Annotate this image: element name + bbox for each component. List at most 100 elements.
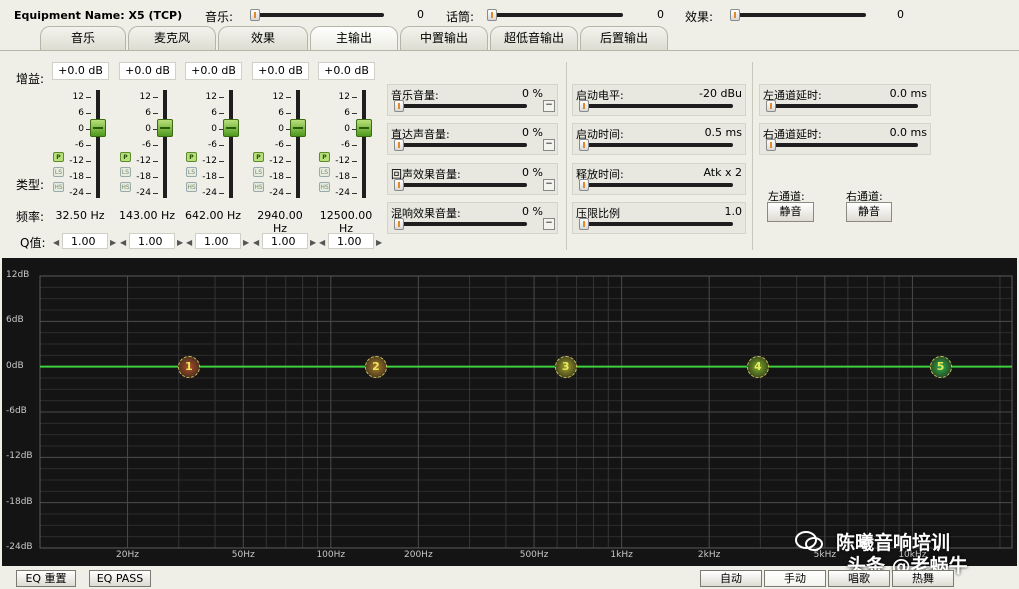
eq-graph[interactable]: 12dB 6dB 0dB -6dB -12dB -18dB -24dB 20Hz 50Hz 100… <box>2 258 1017 577</box>
level-thumb-4[interactable] <box>394 218 404 230</box>
level-minus-icon-3[interactable]: − <box>543 179 555 191</box>
band-5-type-hs-button[interactable]: HS <box>319 182 330 192</box>
limiter-thumb-1[interactable] <box>579 100 589 112</box>
band-2-type-p-button[interactable]: P <box>120 152 131 162</box>
band-2-q-increase-icon[interactable]: ▶ <box>177 238 183 247</box>
tab-subwoofer-output[interactable]: 超低音输出 <box>490 26 578 50</box>
level-slider-3[interactable] <box>396 183 527 187</box>
left-mute-button[interactable]: 静音 <box>767 202 814 222</box>
band-5-q-value[interactable]: 1.00 <box>328 233 374 249</box>
right-mute-button[interactable]: 静音 <box>846 202 892 222</box>
band-5-gain-knob[interactable] <box>356 119 372 137</box>
band-1-gain[interactable]: +0.0 dB <box>52 62 109 80</box>
band-3-frequency[interactable]: 642.00 Hz <box>183 209 243 222</box>
tab-center-output[interactable]: 中置输出 <box>400 26 488 50</box>
band-1-q-value[interactable]: 1.00 <box>62 233 108 249</box>
mic-level-slider[interactable] <box>487 13 623 17</box>
band-3-gain[interactable]: +0.0 dB <box>185 62 242 80</box>
band-5-gain-slider[interactable] <box>362 90 366 198</box>
band-4-q-value[interactable]: 1.00 <box>262 233 308 249</box>
level-minus-icon-4[interactable]: − <box>543 218 555 230</box>
eq-pass-button[interactable]: EQ PASS <box>89 570 151 587</box>
band-3-type-ls-button[interactable]: LS <box>186 167 197 177</box>
limiter-slider-2[interactable] <box>581 143 733 147</box>
band-2-gain-slider[interactable] <box>163 90 167 198</box>
band-2-gain-knob[interactable] <box>157 119 173 137</box>
eq-reset-button[interactable]: EQ 重置 <box>16 570 76 587</box>
limiter-thumb-2[interactable] <box>579 139 589 151</box>
band-5-q-decrease-icon[interactable]: ◀ <box>319 238 325 247</box>
band-5-frequency[interactable]: 12500.00 Hz <box>316 209 376 235</box>
level-minus-icon-1[interactable]: − <box>543 100 555 112</box>
limiter-slider-4[interactable] <box>581 222 733 226</box>
band-4-q-increase-icon[interactable]: ▶ <box>310 238 316 247</box>
limiter-thumb-4[interactable] <box>579 218 589 230</box>
delay-slider-2[interactable] <box>768 143 918 147</box>
band-1-gain-slider[interactable] <box>96 90 100 198</box>
band-3-gain-knob[interactable] <box>223 119 239 137</box>
limiter-slider-1[interactable] <box>581 104 733 108</box>
mode-auto-button[interactable]: 自动 <box>700 570 762 587</box>
limiter-thumb-3[interactable] <box>579 179 589 191</box>
mode-dance-button[interactable]: 热舞 <box>892 570 954 587</box>
tab-music[interactable]: 音乐 <box>40 26 126 50</box>
eq-node-2[interactable]: 2 <box>364 355 387 378</box>
band-4-gain-knob[interactable] <box>290 119 306 137</box>
band-2-type-hs-button[interactable]: HS <box>120 182 131 192</box>
eq-node-5[interactable]: 5 <box>929 355 952 378</box>
band-2-type-ls-button[interactable]: LS <box>120 167 131 177</box>
delay-thumb-2[interactable] <box>766 139 776 151</box>
level-slider-1[interactable] <box>396 104 527 108</box>
tab-main-output[interactable]: 主输出 <box>310 26 398 50</box>
level-slider-4[interactable] <box>396 222 527 226</box>
level-thumb-1[interactable] <box>394 100 404 112</box>
mode-sing-button[interactable]: 唱歌 <box>828 570 890 587</box>
band-5-q-increase-icon[interactable]: ▶ <box>376 238 382 247</box>
eq-node-3[interactable]: 3 <box>554 355 577 378</box>
band-5-gain[interactable]: +0.0 dB <box>318 62 375 80</box>
tab-microphone[interactable]: 麦克风 <box>128 26 216 50</box>
band-1-q-decrease-icon[interactable]: ◀ <box>53 238 59 247</box>
band-4-frequency[interactable]: 2940.00 Hz <box>250 209 310 235</box>
effect-level-slider[interactable] <box>730 13 866 17</box>
mic-level-thumb[interactable] <box>487 9 497 21</box>
band-5-type-p-button[interactable]: P <box>319 152 330 162</box>
band-1-q-increase-icon[interactable]: ▶ <box>110 238 116 247</box>
band-1-frequency[interactable]: 32.50 Hz <box>50 209 110 222</box>
delay-thumb-1[interactable] <box>766 100 776 112</box>
level-slider-2[interactable] <box>396 143 527 147</box>
band-2-q-decrease-icon[interactable]: ◀ <box>120 238 126 247</box>
eq-node-4[interactable]: 4 <box>746 355 769 378</box>
band-4-gain-slider[interactable] <box>296 90 300 198</box>
delay-slider-1[interactable] <box>768 104 918 108</box>
band-1-type-p-button[interactable]: P <box>53 152 64 162</box>
band-3-type-p-button[interactable]: P <box>186 152 197 162</box>
tab-effect[interactable]: 效果 <box>218 26 308 50</box>
band-2-gain[interactable]: +0.0 dB <box>119 62 176 80</box>
band-4-type-p-button[interactable]: P <box>253 152 264 162</box>
effect-level-thumb[interactable] <box>730 9 740 21</box>
level-thumb-3[interactable] <box>394 179 404 191</box>
band-3-q-decrease-icon[interactable]: ◀ <box>186 238 192 247</box>
tab-rear-output[interactable]: 后置输出 <box>580 26 668 50</box>
band-4-type-ls-button[interactable]: LS <box>253 167 264 177</box>
band-5-type-ls-button[interactable]: LS <box>319 167 330 177</box>
band-2-frequency[interactable]: 143.00 Hz <box>117 209 177 222</box>
band-3-q-value[interactable]: 1.00 <box>195 233 241 249</box>
mode-manual-button[interactable]: 手动 <box>764 570 826 587</box>
music-level-thumb[interactable] <box>250 9 260 21</box>
band-4-q-decrease-icon[interactable]: ◀ <box>253 238 259 247</box>
band-4-type-hs-button[interactable]: HS <box>253 182 264 192</box>
band-2-q-value[interactable]: 1.00 <box>129 233 175 249</box>
band-1-gain-knob[interactable] <box>90 119 106 137</box>
music-level-slider[interactable] <box>250 13 384 17</box>
band-4-gain[interactable]: +0.0 dB <box>252 62 309 80</box>
eq-node-1[interactable]: 1 <box>177 355 200 378</box>
band-3-gain-slider[interactable] <box>229 90 233 198</box>
level-minus-icon-2[interactable]: − <box>543 139 555 151</box>
band-3-q-increase-icon[interactable]: ▶ <box>243 238 249 247</box>
band-1-type-ls-button[interactable]: LS <box>53 167 64 177</box>
band-1-type-hs-button[interactable]: HS <box>53 182 64 192</box>
level-thumb-2[interactable] <box>394 139 404 151</box>
band-3-type-hs-button[interactable]: HS <box>186 182 197 192</box>
